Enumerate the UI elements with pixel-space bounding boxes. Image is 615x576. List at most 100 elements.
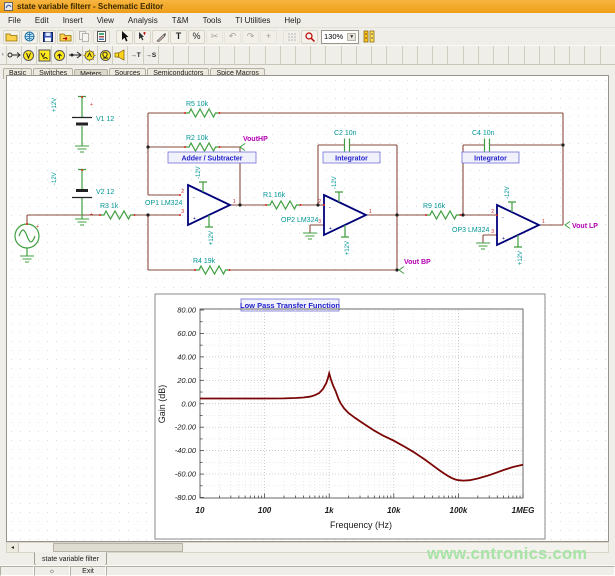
power-meter-component[interactable] (82, 46, 97, 64)
scrollbar-thumb[interactable] (53, 543, 183, 552)
net-label-voutbp[interactable]: Vout BP (399, 259, 431, 274)
op1-ninv-mark: + (193, 216, 196, 222)
palette-empty-slot (310, 46, 325, 64)
resistor-r5[interactable]: R5 10k (185, 101, 220, 117)
t-output-component[interactable]: →T (127, 46, 142, 64)
select-tool-button[interactable] (116, 30, 133, 44)
add-button[interactable]: + (260, 30, 277, 44)
annotation-integrator2[interactable]: Integrator (462, 152, 519, 163)
v2-label: V2 12 (96, 189, 114, 196)
op3-vneg-label: -12V (505, 186, 511, 199)
menu-edit[interactable]: Edit (35, 16, 49, 25)
ohmmeter-component[interactable] (97, 46, 112, 64)
save-button[interactable] (39, 30, 56, 44)
op2-ninv-mark: + (329, 226, 332, 232)
resistor-r4[interactable]: R4 19k (193, 258, 230, 274)
menu-tools[interactable]: Tools (203, 16, 222, 25)
resistor-r1[interactable]: R1 16k (263, 192, 301, 209)
speaker-component[interactable] (112, 46, 127, 64)
menu-insert[interactable]: Insert (63, 16, 83, 25)
last-component-button[interactable] (134, 30, 151, 44)
open-file-button[interactable] (3, 30, 20, 44)
probe-component[interactable] (6, 46, 21, 64)
menu-bar: File Edit Insert View Analysis T&M Tools… (0, 13, 615, 28)
capacitor-c4[interactable]: C4 10n (472, 130, 495, 152)
scroll-left-button[interactable]: ◂ (7, 543, 19, 552)
schematic-canvas[interactable]: + V1 12 +12V + V2 12 -12V + (6, 75, 609, 542)
interactive-mode-button[interactable] (360, 30, 377, 44)
scale-tool-button[interactable]: % (188, 30, 205, 44)
integrator1-text: Integrator (335, 156, 368, 163)
open-from-web-button[interactable] (21, 30, 38, 44)
current-probe-component[interactable] (66, 46, 81, 64)
palette-empty-slot (478, 46, 493, 64)
zoom-tool-button[interactable] (301, 30, 318, 44)
chart-frame (155, 294, 545, 539)
y-tick-label: 40.00 (177, 352, 197, 361)
power-meter-icon (83, 49, 96, 62)
y-tick-label: -40.00 (175, 446, 197, 455)
cut-button[interactable]: ✂ (206, 30, 223, 44)
op3-vpos-label: +12V (518, 251, 524, 265)
grid-icon (287, 32, 297, 42)
zoom-level-select[interactable]: 130% ▼ (321, 30, 359, 44)
signal-source-vg1[interactable]: + (15, 215, 39, 262)
redo-button[interactable]: ↷ (242, 30, 259, 44)
paste-button[interactable] (93, 30, 110, 44)
app-icon (4, 2, 13, 11)
x-tick-label: 1k (325, 506, 334, 515)
adder-text: Adder / Subtracter (181, 156, 242, 163)
window-title: state variable filterr - Schematic Edito… (17, 2, 163, 11)
resistor-r2[interactable]: R2 10k (185, 135, 220, 151)
opamp-op2[interactable]: - + 2 3 1 OP2 LM324 -12V +12V (281, 176, 372, 255)
resistor-r9[interactable]: R9 16k (423, 203, 461, 219)
palette-empty-slot (432, 46, 447, 64)
vouthp-text: VoutHP (243, 136, 268, 143)
annotation-integrator1[interactable]: Integrator (323, 152, 380, 163)
annotation-adder[interactable]: Adder / Subtracter (168, 152, 256, 163)
menu-file[interactable]: File (8, 16, 21, 25)
opamp-op3[interactable]: - + 2 3 1 OP3 LM324 -12V +12V (452, 186, 545, 265)
y-tick-label: 60.00 (177, 329, 197, 338)
op1-pin2: 2 (181, 189, 184, 195)
text-tool-button[interactable]: T (170, 30, 187, 44)
chevron-down-icon: ▼ (347, 33, 356, 41)
net-label-vouthp[interactable]: VoutHP (240, 136, 268, 151)
menu-help[interactable]: Help (284, 16, 300, 25)
grid-toggle-button[interactable] (283, 30, 300, 44)
ohmmeter-icon (99, 49, 112, 62)
op3-pin2: 2 (491, 209, 494, 215)
resistor-r3[interactable]: R3 1k (100, 203, 135, 219)
battery-v1[interactable]: + V1 12 +12V (52, 97, 114, 153)
main-toolbar: T % ✂ ↶ ↷ + 130% ▼ (0, 28, 615, 45)
menu-ti-utilities[interactable]: TI Utilities (235, 16, 270, 25)
capacitor-c2[interactable]: C2 10n (334, 130, 357, 152)
schematic-drawing: + V1 12 +12V + V2 12 -12V + (7, 76, 608, 541)
battery-v2[interactable]: + V2 12 -12V (52, 170, 114, 226)
y-axis-label: Gain (dB) (157, 385, 167, 424)
wire-tool-button[interactable] (152, 30, 169, 44)
bode-plot-window[interactable]: Low Pass Transfer Function 101001k10k100… (155, 294, 545, 539)
copy-button[interactable] (75, 30, 92, 44)
document-tab[interactable]: state variable filter (34, 552, 107, 566)
menu-tm[interactable]: T&M (172, 16, 189, 25)
palette-empty-slot (325, 46, 340, 64)
v1-label: V1 12 (96, 116, 114, 123)
volt-ammeter-component[interactable] (36, 46, 51, 64)
x-tick-label: 100k (450, 506, 468, 515)
ammeter-component[interactable] (51, 46, 66, 64)
palette-empty-slot (554, 46, 569, 64)
voltage-pin-component[interactable] (21, 46, 36, 64)
menu-view[interactable]: View (97, 16, 114, 25)
small-cursor-icon (138, 32, 147, 42)
import-button[interactable] (57, 30, 74, 44)
palette-empty-slot (249, 46, 264, 64)
s-output-component[interactable]: →S (143, 46, 158, 64)
menu-analysis[interactable]: Analysis (128, 16, 158, 25)
volt-ammeter-icon (38, 49, 51, 62)
y-tick-label: -80.00 (175, 493, 197, 502)
net-label-voutlp[interactable]: Vout LP (565, 222, 598, 231)
opamp-op1[interactable]: - + 2 3 1 OP1 LM324 -12V +12V (145, 166, 236, 245)
undo-button[interactable]: ↶ (224, 30, 241, 44)
globe-icon (24, 31, 35, 42)
